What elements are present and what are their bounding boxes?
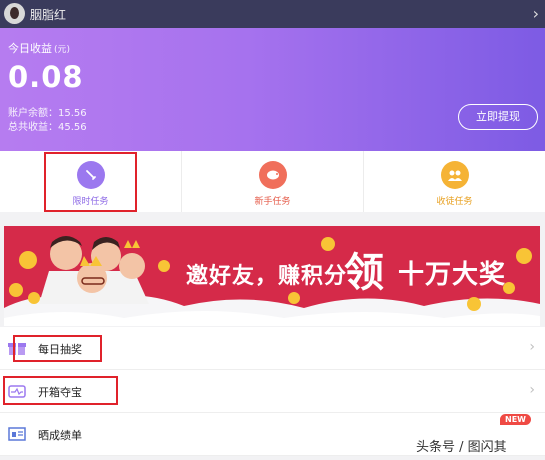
- chevron-right-icon: ›: [529, 382, 535, 398]
- chevron-right-icon[interactable]: ›: [533, 4, 539, 23]
- pig-icon: [258, 161, 287, 189]
- task-apprentice[interactable]: 收徒任务: [363, 151, 545, 212]
- highlight-box: [3, 376, 118, 405]
- report-icon: [8, 426, 26, 442]
- watermark: 头条号 / 图闪其: [416, 440, 507, 455]
- total-earnings: 总共收益：45.56: [8, 122, 87, 133]
- new-badge: NEW: [500, 414, 531, 425]
- earnings-panel: 今日收益 (元) 0.08 账户余额：15.56 总共收益：45.56 立即提现: [0, 28, 545, 151]
- invite-banner[interactable]: 邀好友，赚积分 领 十万大奖: [4, 226, 540, 326]
- top-bar: 胭脂红 ›: [0, 0, 545, 28]
- avatar[interactable]: [4, 3, 25, 24]
- task-newbie[interactable]: 新手任务: [181, 151, 363, 212]
- banner-text-prize: 十万大奖: [398, 260, 507, 290]
- task-label: 新手任务: [254, 197, 291, 207]
- banner-text-big: 领: [344, 249, 384, 296]
- username[interactable]: 胭脂红: [30, 6, 66, 23]
- highlight-box: [13, 335, 102, 362]
- menu-label: 晒成绩单: [38, 429, 82, 442]
- today-earnings-value: 0.08: [8, 60, 84, 94]
- banner-text: 邀好友，赚积分: [186, 263, 348, 289]
- highlight-box: [44, 152, 137, 212]
- chevron-right-icon: ›: [529, 339, 535, 355]
- people-icon: [440, 161, 469, 189]
- withdraw-button[interactable]: 立即提现: [458, 104, 538, 130]
- today-earnings-label: 今日收益 (元): [8, 42, 71, 55]
- account-balance: 账户余额：15.56: [8, 108, 87, 119]
- task-label: 收徒任务: [436, 197, 473, 207]
